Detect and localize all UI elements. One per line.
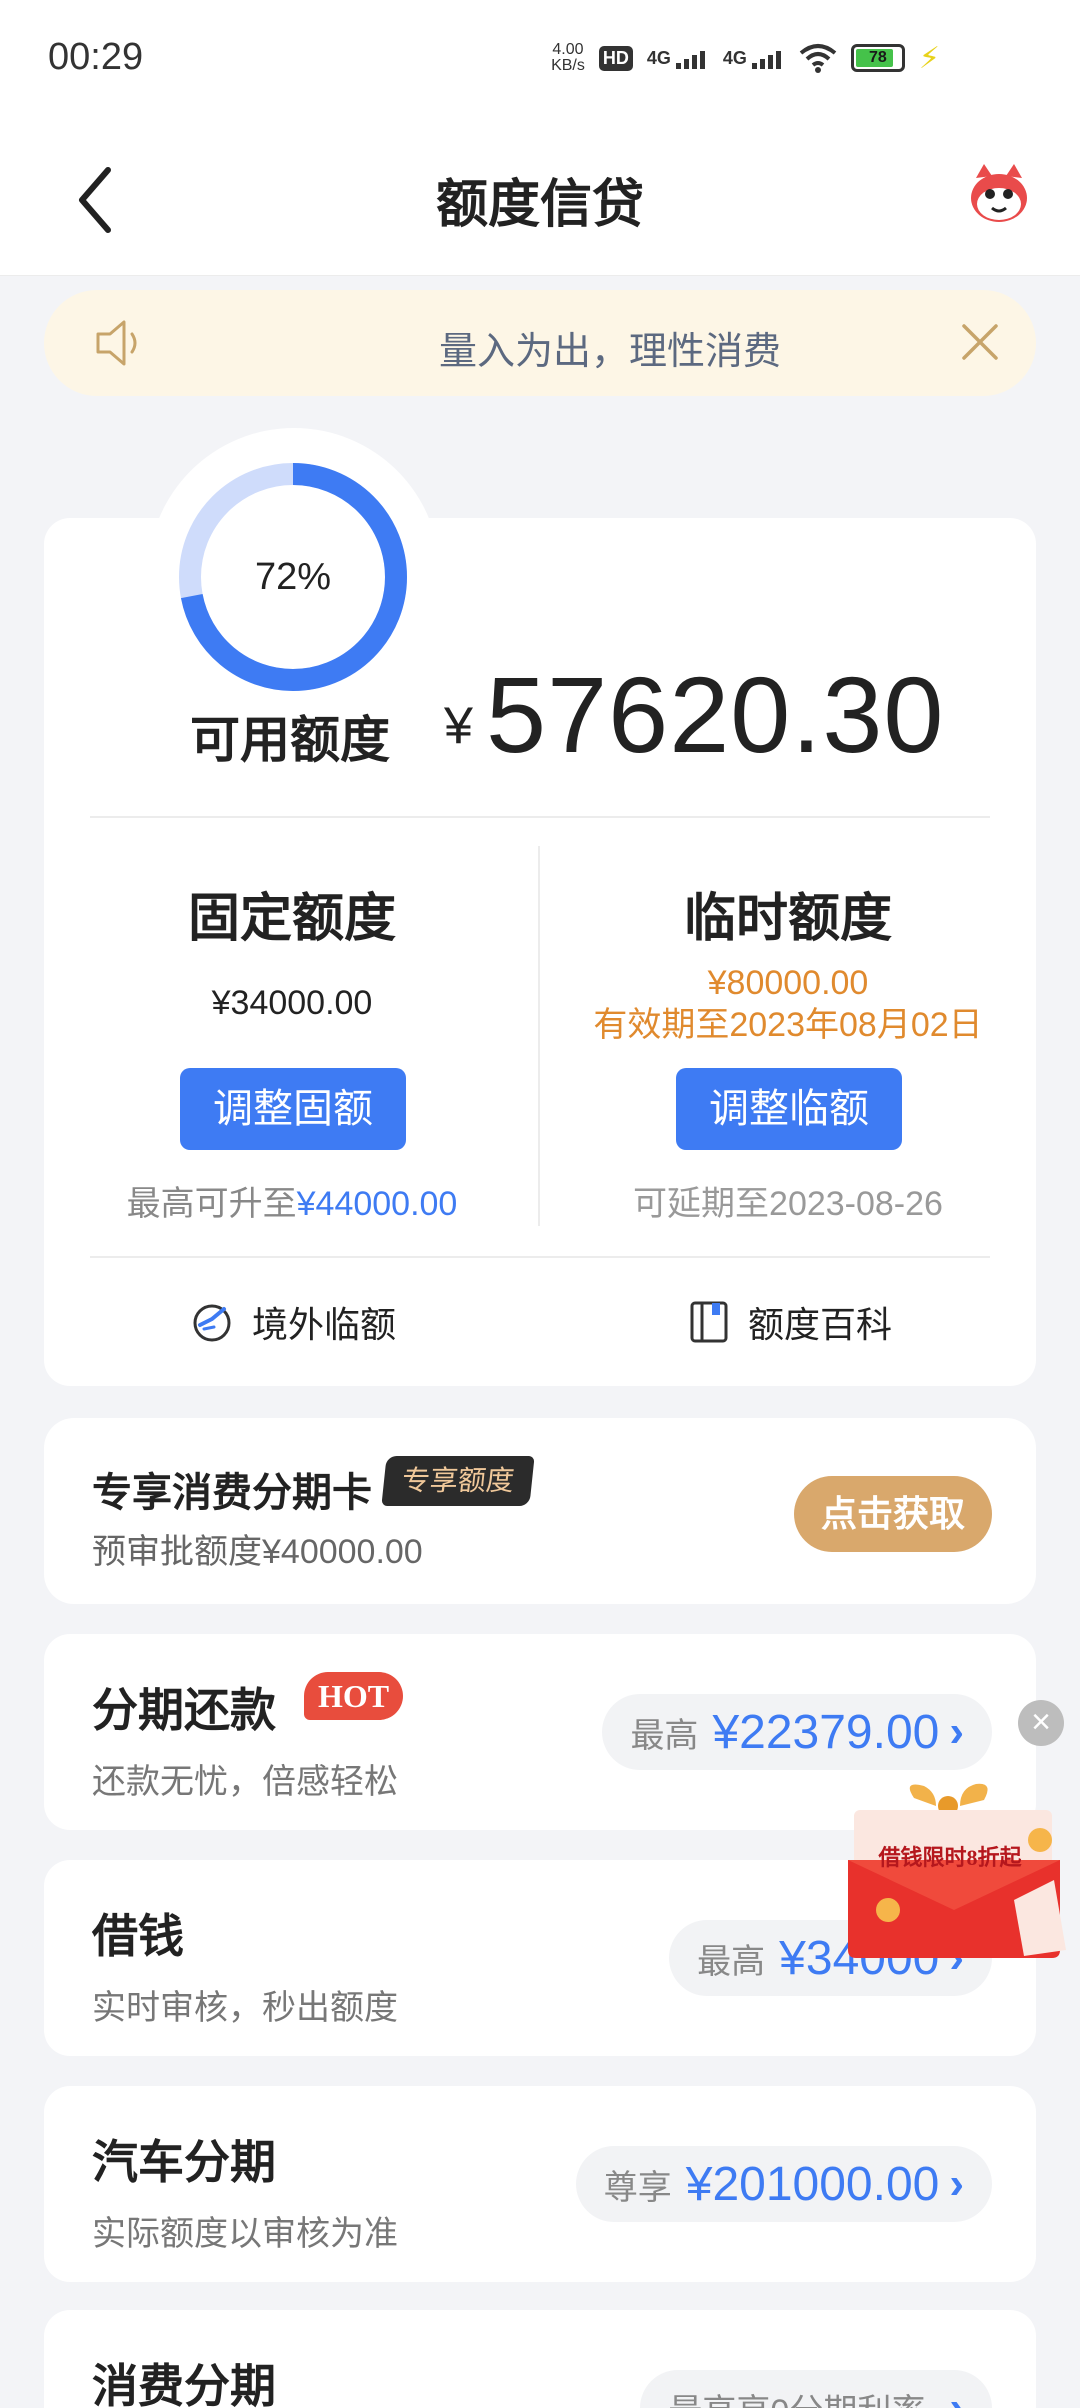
currency-symbol: ¥	[444, 697, 473, 755]
app-header: 额度信贷	[0, 120, 1080, 276]
chevron-right-icon: ›	[949, 2383, 964, 2408]
service-title: 消费分期	[92, 2360, 276, 2408]
divider	[90, 816, 990, 818]
wifi-icon	[799, 44, 837, 73]
fixed-limit-amount: ¥34000.00	[211, 984, 373, 1022]
net-speed: 4.00 KB/s	[551, 41, 585, 74]
battery-icon: 78	[850, 44, 905, 72]
usage-percent: 72%	[254, 556, 332, 598]
hd-icon: HD	[598, 45, 633, 71]
service-amount-pill[interactable]: 尊享 ¥201000.00 ›	[575, 2146, 992, 2222]
close-icon[interactable]	[958, 320, 1002, 364]
status-time: 00:29	[48, 36, 144, 78]
temp-limit-note: 可延期至2023-08-26	[633, 1185, 943, 1223]
service-title: 借钱	[92, 1910, 184, 1962]
overseas-temp-limit-link[interactable]: 境外临额	[190, 1296, 396, 1348]
chevron-right-icon: ›	[949, 1707, 964, 1756]
temp-limit-amount: ¥80000.00 有效期至2023年08月02日	[528, 962, 1048, 1046]
page-title: 额度信贷	[435, 176, 644, 234]
service-amount-pill[interactable]: 最高享0分期利率 ›	[640, 2370, 992, 2408]
service-subtitle: 还款无忧，倍感轻松	[92, 1763, 398, 1801]
promo-text: 借钱限时8折起	[878, 1845, 1022, 1870]
status-bar: 00:29 4.00 KB/s HD 4G 4G 78 ⚡	[0, 0, 1080, 120]
service-title: 分期还款	[92, 1684, 276, 1736]
temp-limit-validity: 有效期至2023年08月02日	[593, 1006, 983, 1044]
notice-text: 量入为出，理性消费	[438, 331, 781, 373]
status-icons: 4.00 KB/s HD 4G 4G 78 ⚡	[551, 38, 940, 78]
adjust-fixed-limit-button[interactable]: 调整固额	[180, 1068, 406, 1150]
available-label: 可用额度	[190, 712, 390, 768]
divider	[90, 1256, 990, 1258]
exclusive-installment-card[interactable]: 专享消费分期卡 专享额度 预审批额度¥40000.00 点击获取	[44, 1418, 1036, 1604]
notice-banner: 量入为出，理性消费	[44, 290, 1036, 396]
globe-plane-icon	[193, 1304, 231, 1342]
exclusive-card-subtitle: 预审批额度¥40000.00	[92, 1533, 423, 1571]
hot-badge: HOT	[304, 1672, 404, 1720]
chevron-right-icon: ›	[949, 2159, 964, 2208]
exclusive-badge: 专享额度	[381, 1456, 535, 1506]
fixed-limit-note: 最高可升至¥44000.00	[126, 1185, 458, 1223]
signal-4g-icon: 4G	[723, 48, 785, 69]
fixed-limit-title: 固定额度	[187, 890, 396, 948]
get-now-button[interactable]: 点击获取	[794, 1476, 992, 1552]
available-amount: 57620.30	[486, 654, 945, 775]
mascot-icon[interactable]	[964, 160, 1034, 230]
charging-bolt-icon: ⚡	[918, 41, 940, 75]
promo-close-button[interactable]: ×	[1018, 1700, 1064, 1746]
limit-wiki-link[interactable]: 额度百科	[686, 1296, 892, 1348]
service-title: 汽车分期	[92, 2136, 276, 2188]
service-subtitle: 实际额度以审核为准	[92, 2215, 398, 2253]
service-subtitle: 实时审核，秒出额度	[92, 1989, 398, 2027]
exclusive-card-title: 专享消费分期卡	[92, 1471, 372, 1515]
service-card-consumer-installment[interactable]: 消费分期 最高享0分期利率 ›	[44, 2310, 1036, 2408]
service-card-car-installment[interactable]: 汽车分期 实际额度以审核为准 尊享 ¥201000.00 ›	[44, 2086, 1036, 2282]
service-amount-pill[interactable]: 最高 ¥22379.00 ›	[602, 1694, 992, 1770]
temp-limit-title: 临时额度	[683, 890, 892, 948]
adjust-temp-limit-button[interactable]: 调整临额	[676, 1068, 902, 1150]
signal-4g-icon: 4G	[647, 48, 709, 69]
book-icon	[690, 1301, 728, 1343]
